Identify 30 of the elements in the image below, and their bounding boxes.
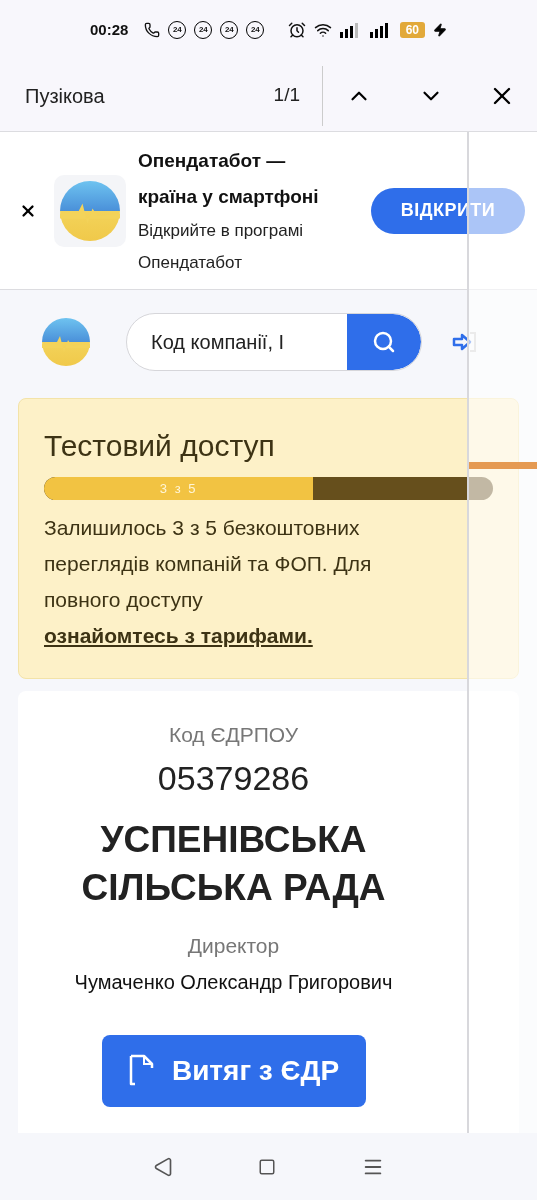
wifi-icon xyxy=(313,21,332,39)
scroll-marker xyxy=(469,462,537,469)
home-icon[interactable] xyxy=(258,1157,277,1176)
director-name: Чумаченко Олександр Григорович xyxy=(74,970,393,995)
clock: 00:28 xyxy=(90,19,129,40)
extract-button[interactable]: Витяг з ЄДР xyxy=(101,1035,366,1107)
company-name: УСПЕНІВСЬКА СІЛЬСЬКА РАДА xyxy=(80,817,387,910)
app-logo xyxy=(60,180,120,241)
tariffs-link[interactable]: ознайомтесь з тарифами. xyxy=(44,624,313,647)
battery-indicator: 60 xyxy=(399,22,425,38)
charging-icon xyxy=(433,23,447,37)
back-icon[interactable] xyxy=(152,1156,173,1177)
find-query: Пузікова xyxy=(25,83,106,109)
trial-title: Тестовий доступ xyxy=(44,428,276,464)
search-icon xyxy=(372,330,396,354)
banner-subtitle: Відкрийте в програмі Опендатабот xyxy=(138,219,305,274)
progress-label: 3 з 5 xyxy=(159,479,198,498)
match-count: 1/1 xyxy=(273,83,300,108)
alarm-icon xyxy=(287,21,306,39)
login-icon xyxy=(452,331,478,353)
company-code: 05379286 xyxy=(157,757,310,799)
search-input[interactable]: Код компанії, І xyxy=(127,314,347,370)
search-button[interactable] xyxy=(347,314,421,370)
trial-message: Залишилось 3 з 5 безкоштовних переглядів компаній та ФОП. Для повного доступу ознайомтесь з тарифами. xyxy=(44,515,373,649)
role-label: Директор xyxy=(187,932,280,959)
banner-title: Опендатабот — країна у смартфоні xyxy=(138,148,320,209)
code-label: Код ЄДРПОУ xyxy=(168,722,299,748)
search-field[interactable]: Код компанії, І xyxy=(126,313,422,371)
site-logo xyxy=(42,318,90,366)
phone-icon xyxy=(144,22,161,38)
